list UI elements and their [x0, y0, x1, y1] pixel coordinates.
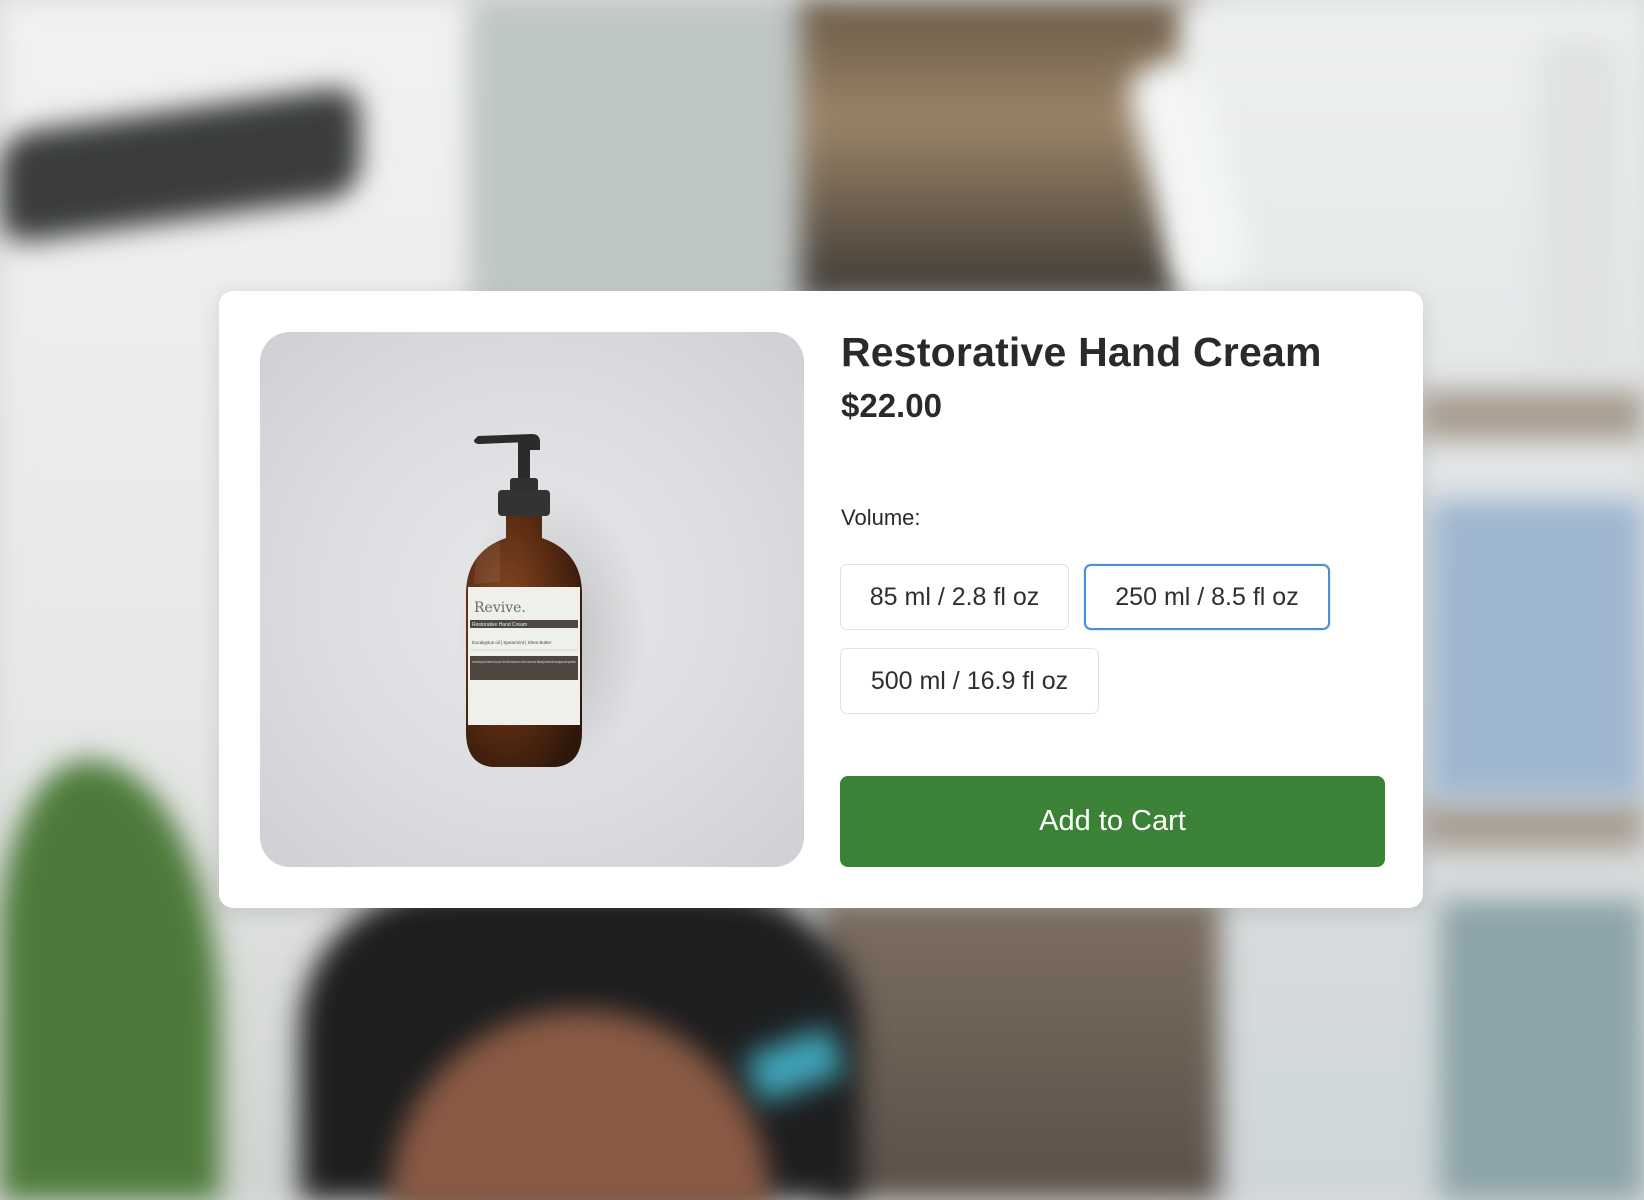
- volume-option-250ml[interactable]: 250 ml / 8.5 fl oz: [1084, 564, 1330, 630]
- product-price: $22.00: [841, 387, 942, 424]
- product-card: Revive. Restorative Hand Cream Eucalyptu…: [219, 291, 1423, 908]
- volume-option-label: 85 ml / 2.8 fl oz: [869, 582, 1040, 611]
- product-title: Restorative Hand Cream: [841, 329, 1322, 375]
- label-description-text: A nourishing hand cream for dry skin. Us…: [472, 660, 576, 664]
- label-ingredients-text: Eucalyptus oil | Spearmint | Shea Butter: [472, 640, 552, 645]
- label-subtitle-text: Restorative Hand Cream: [472, 622, 527, 628]
- add-to-cart-button[interactable]: Add to Cart: [840, 776, 1385, 867]
- volume-option-label: 250 ml / 8.5 fl oz: [1115, 582, 1299, 611]
- volume-label: Volume:: [841, 505, 921, 530]
- volume-option-label: 500 ml / 16.9 fl oz: [870, 666, 1069, 695]
- label-brand-text: Revive.: [474, 600, 526, 616]
- volume-option-500ml[interactable]: 500 ml / 16.9 fl oz: [840, 648, 1099, 714]
- product-image: Revive. Restorative Hand Cream Eucalyptu…: [260, 332, 804, 867]
- volume-option-85ml[interactable]: 85 ml / 2.8 fl oz: [840, 564, 1069, 630]
